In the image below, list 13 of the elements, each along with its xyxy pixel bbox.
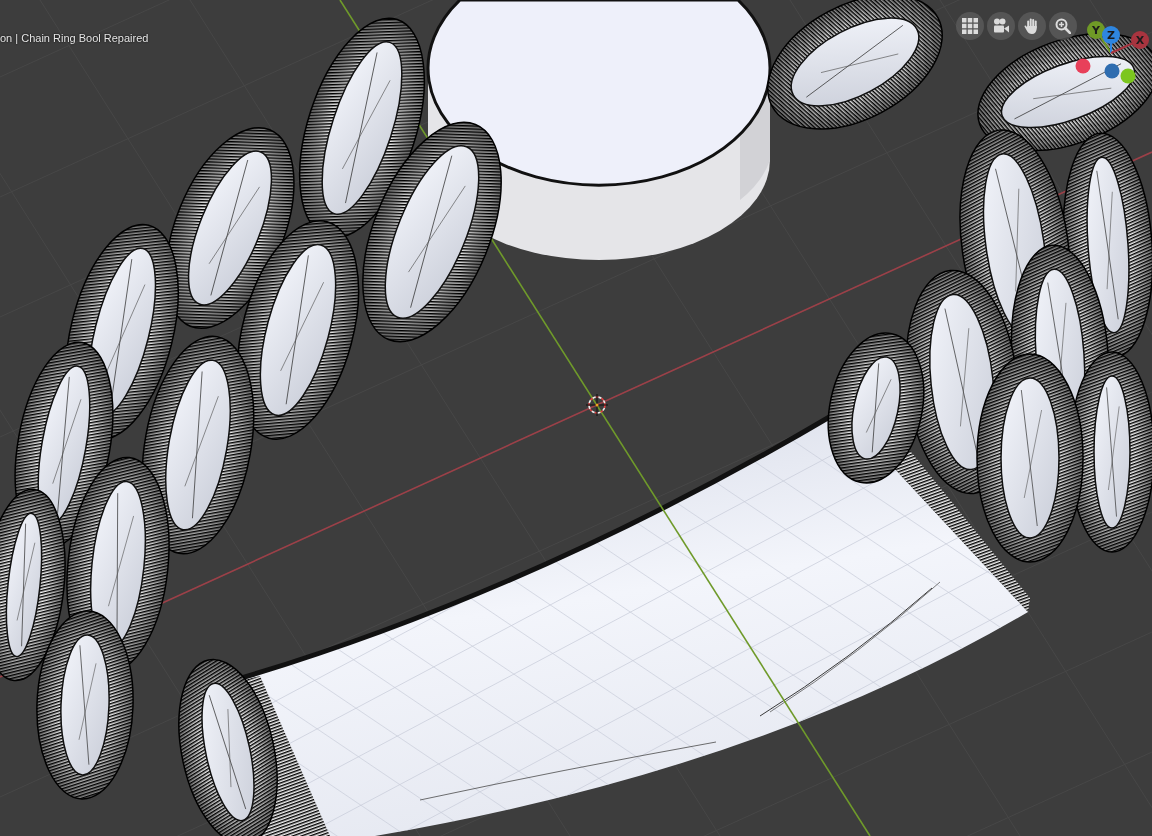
crosshair-icon: [585, 393, 609, 417]
pan-button[interactable]: [1018, 12, 1046, 40]
grid-icon: [962, 18, 978, 34]
camera-button[interactable]: [987, 12, 1015, 40]
negative-axis-handle[interactable]: [1104, 63, 1120, 79]
camera-icon: [993, 18, 1009, 34]
zoom-button[interactable]: [1049, 12, 1077, 40]
zoom-icon: [1055, 18, 1071, 34]
info-text: on | Chain Ring Bool Repaired: [0, 31, 149, 45]
negative-axis-handle[interactable]: [1075, 58, 1091, 74]
grid-button[interactable]: [956, 12, 984, 40]
negative-axis-handle[interactable]: [1120, 68, 1136, 84]
hand-icon: [1024, 18, 1040, 34]
